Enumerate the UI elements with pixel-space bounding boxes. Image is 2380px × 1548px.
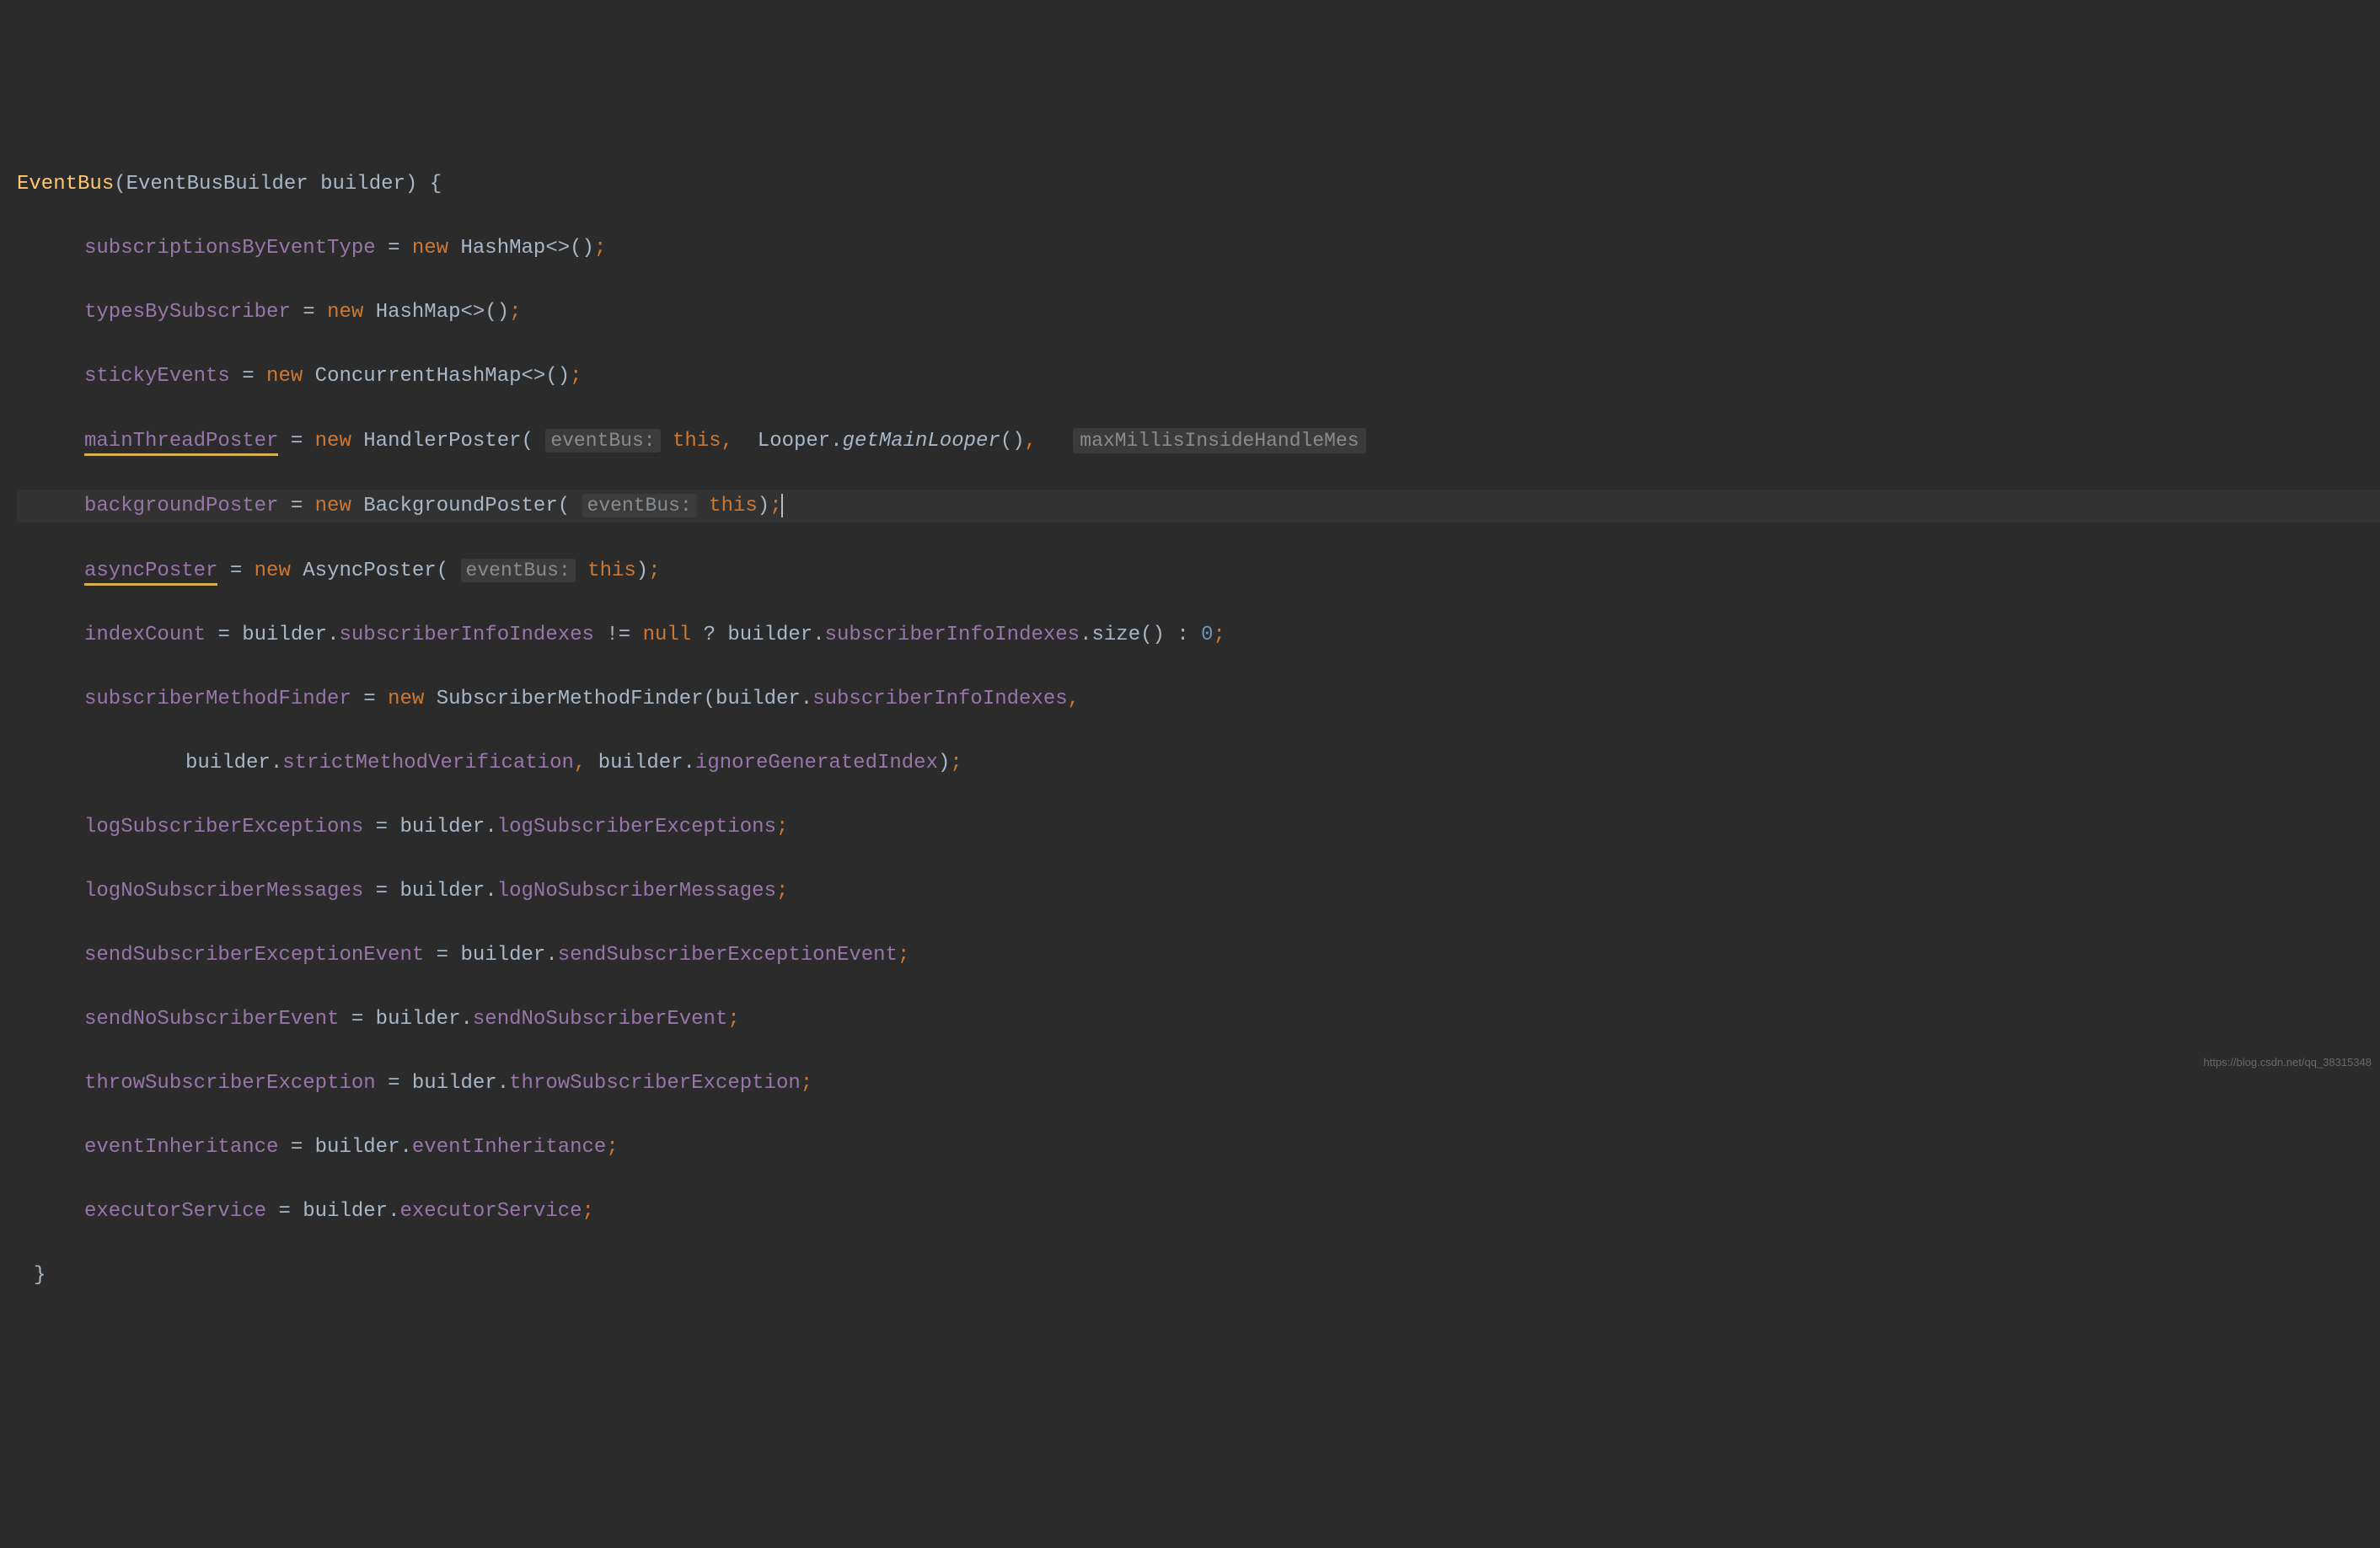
param-hint: eventBus: (545, 429, 660, 453)
code-line: stickyEvents = new ConcurrentHashMap<>()… (17, 361, 2380, 393)
code-line: subscriptionsByEventType = new HashMap<>… (17, 233, 2380, 265)
code-line: EventBus(EventBusBuilder builder) { (17, 169, 2380, 201)
code-line: eventInheritance = builder.eventInherita… (17, 1132, 2380, 1164)
code-line: asyncPoster = new AsyncPoster( eventBus:… (17, 554, 2380, 587)
code-line: executorService = builder.executorServic… (17, 1196, 2380, 1228)
code-line: subscriberMethodFinder = new SubscriberM… (17, 683, 2380, 715)
watermark: https://blog.csdn.net/qq_38315348 (2204, 1047, 2372, 1079)
param-hint: eventBus: (461, 559, 576, 582)
code-line: typesBySubscriber = new HashMap<>(); (17, 297, 2380, 329)
code-line-active: backgroundPoster = new BackgroundPoster(… (17, 490, 2380, 522)
code-line: sendNoSubscriberEvent = builder.sendNoSu… (17, 1004, 2380, 1036)
code-line: logSubscriberExceptions = builder.logSub… (17, 811, 2380, 844)
code-editor[interactable]: EventBus(EventBusBuilder builder) { subs… (0, 137, 2380, 1324)
code-line: builder.strictMethodVerification, builde… (17, 747, 2380, 779)
param-hint: eventBus: (582, 494, 697, 517)
highlighted-field: mainThreadPoster (84, 430, 278, 456)
code-line: indexCount = builder.subscriberInfoIndex… (17, 619, 2380, 651)
highlighted-field: asyncPoster (84, 560, 217, 586)
text-cursor (781, 494, 783, 517)
code-line: sendSubscriberExceptionEvent = builder.s… (17, 940, 2380, 972)
code-line: throwSubscriberException = builder.throw… (17, 1068, 2380, 1100)
param-hint: maxMillisInsideHandleMes (1073, 428, 1365, 453)
code-line: mainThreadPoster = new HandlerPoster( ev… (17, 425, 2380, 458)
code-line: } (17, 1260, 2380, 1292)
method-name: EventBus (17, 173, 114, 196)
code-line: logNoSubscriberMessages = builder.logNoS… (17, 876, 2380, 908)
